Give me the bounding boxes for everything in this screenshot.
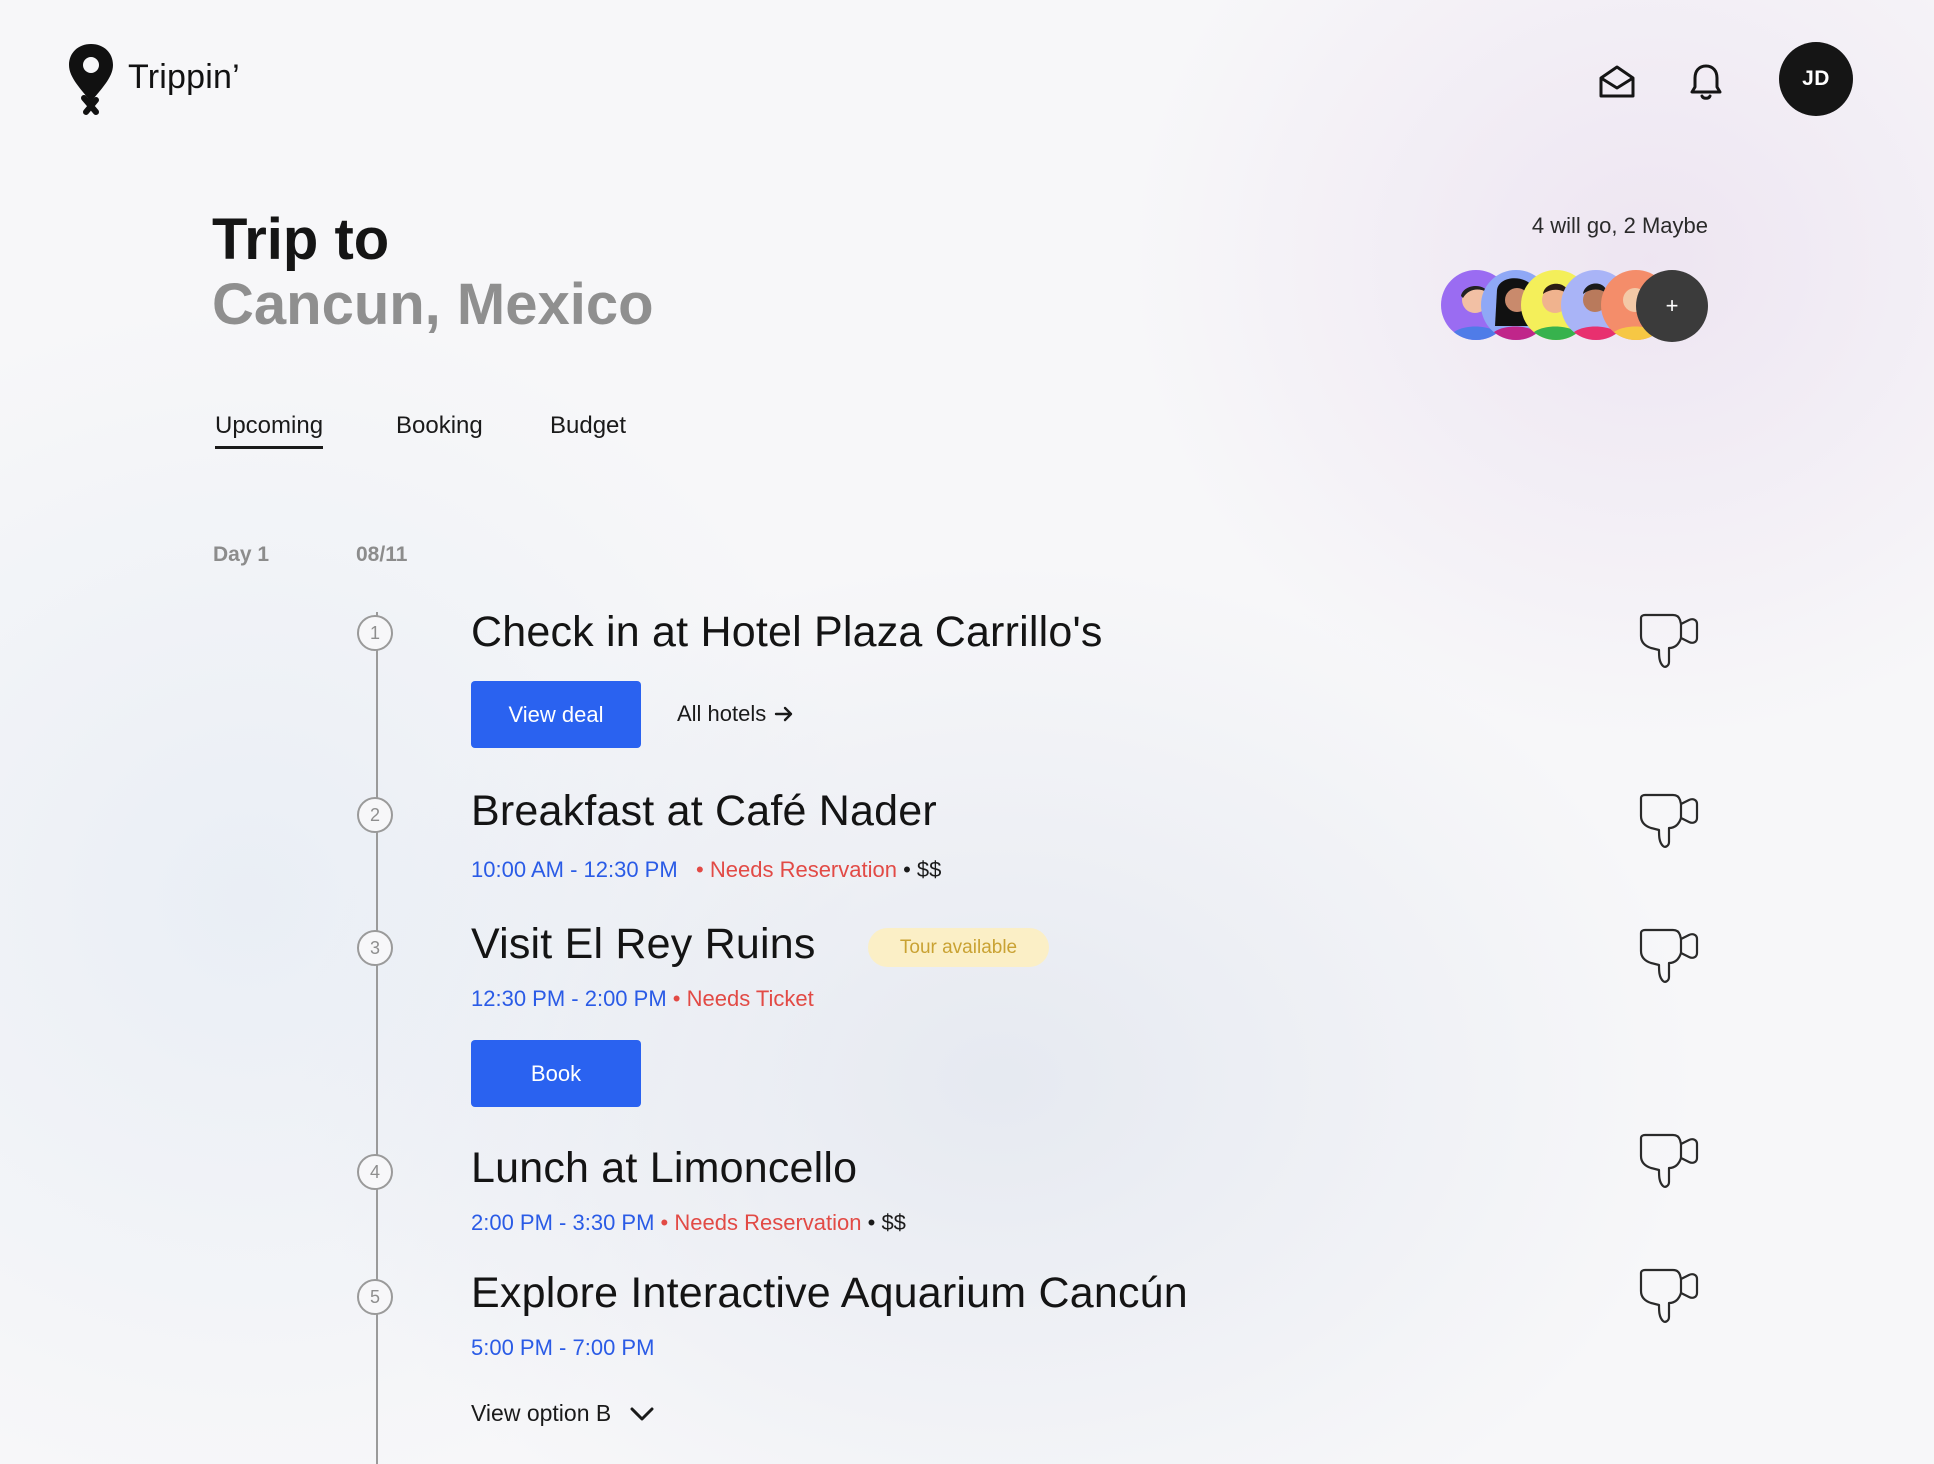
thumbs-down-icon: [1639, 928, 1699, 983]
item-time: 2:00 PM - 3:30 PM: [471, 1210, 655, 1235]
view-option-b-label: View option B: [471, 1400, 612, 1426]
messages-button[interactable]: [1593, 58, 1641, 106]
thumbs-down-button[interactable]: [1637, 1130, 1701, 1192]
separator-dot: •: [903, 857, 911, 882]
tab-budget[interactable]: Budget: [550, 412, 626, 440]
item-title: Visit El Rey Ruins: [471, 920, 816, 968]
view-deal-button[interactable]: View deal: [471, 681, 641, 748]
thumbs-down-button[interactable]: [1637, 1265, 1701, 1327]
view-option-b-toggle[interactable]: View option B: [471, 1400, 655, 1427]
day-date: 08/11: [356, 543, 408, 566]
item-status: Needs Ticket: [686, 986, 814, 1011]
tour-available-badge: Tour available: [868, 928, 1049, 967]
separator-dot: •: [683, 857, 704, 882]
item-price: $$: [916, 857, 942, 882]
trippin-logo[interactable]: [66, 42, 116, 116]
item-status: Needs Reservation: [709, 857, 897, 882]
user-avatar-button[interactable]: JD: [1779, 42, 1853, 116]
rsvp-summary: 4 will go, 2 Maybe: [1531, 213, 1708, 238]
item-time: 5:00 PM - 7:00 PM: [471, 1335, 655, 1360]
chevron-down-icon: [630, 1407, 654, 1420]
trip-destination: Cancun, Mexico: [212, 272, 654, 337]
item-meta: 10:00 AM - 12:30 PM • Needs Reservation …: [471, 857, 941, 883]
item-title: Check in at Hotel Plaza Carrillo's: [471, 608, 1103, 656]
map-pin-logo-icon: [69, 44, 113, 115]
thumbs-down-button[interactable]: [1637, 925, 1701, 987]
thumbs-down-icon: [1639, 1268, 1699, 1323]
item-title: Lunch at Limoncello: [471, 1144, 858, 1192]
item-status: Needs Reservation: [674, 1210, 862, 1235]
item-title: Breakfast at Café Nader: [471, 787, 937, 835]
item-title: Explore Interactive Aquarium Cancún: [471, 1269, 1188, 1317]
item-meta: 12:30 PM - 2:00 PM • Needs Ticket: [471, 986, 814, 1012]
all-hotels-label: All hotels: [677, 701, 767, 726]
timeline-line: [376, 612, 378, 1464]
tab-booking[interactable]: Booking: [396, 412, 483, 440]
bell-icon: [1690, 64, 1722, 100]
tab-upcoming[interactable]: Upcoming: [215, 412, 324, 449]
thumbs-down-icon: [1639, 793, 1699, 848]
mail-open-icon: [1599, 65, 1635, 98]
timeline-step-5: 5: [357, 1279, 393, 1315]
day-label: Day 1: [213, 543, 270, 566]
item-meta: 2:00 PM - 3:30 PM • Needs Reservation • …: [471, 1210, 906, 1236]
timeline-step-3: 3: [357, 930, 393, 966]
separator-dot: •: [660, 1210, 669, 1235]
arrow-right-icon: [775, 706, 793, 722]
timeline-step-4: 4: [357, 1154, 393, 1190]
separator-dot: •: [672, 986, 681, 1011]
item-time: 12:30 PM - 2:00 PM: [471, 986, 667, 1011]
timeline-step-1: 1: [357, 615, 393, 651]
item-time: 10:00 AM - 12:30 PM: [471, 857, 678, 882]
item-meta: 5:00 PM - 7:00 PM: [471, 1335, 654, 1361]
thumbs-down-button[interactable]: [1637, 790, 1701, 852]
thumbs-down-button[interactable]: [1637, 610, 1701, 672]
trip-title-prefix: Trip to: [212, 207, 390, 272]
all-hotels-link[interactable]: All hotels: [677, 701, 794, 727]
thumbs-down-icon: [1639, 1133, 1699, 1188]
thumbs-down-icon: [1639, 613, 1699, 668]
notifications-button[interactable]: [1682, 58, 1730, 106]
timeline-step-2: 2: [357, 797, 393, 833]
add-attendee-button[interactable]: +: [1636, 270, 1708, 342]
item-price: $$: [881, 1210, 906, 1235]
app-name: Trippin’: [128, 58, 240, 96]
book-button[interactable]: Book: [471, 1040, 641, 1107]
separator-dot: •: [867, 1210, 876, 1235]
